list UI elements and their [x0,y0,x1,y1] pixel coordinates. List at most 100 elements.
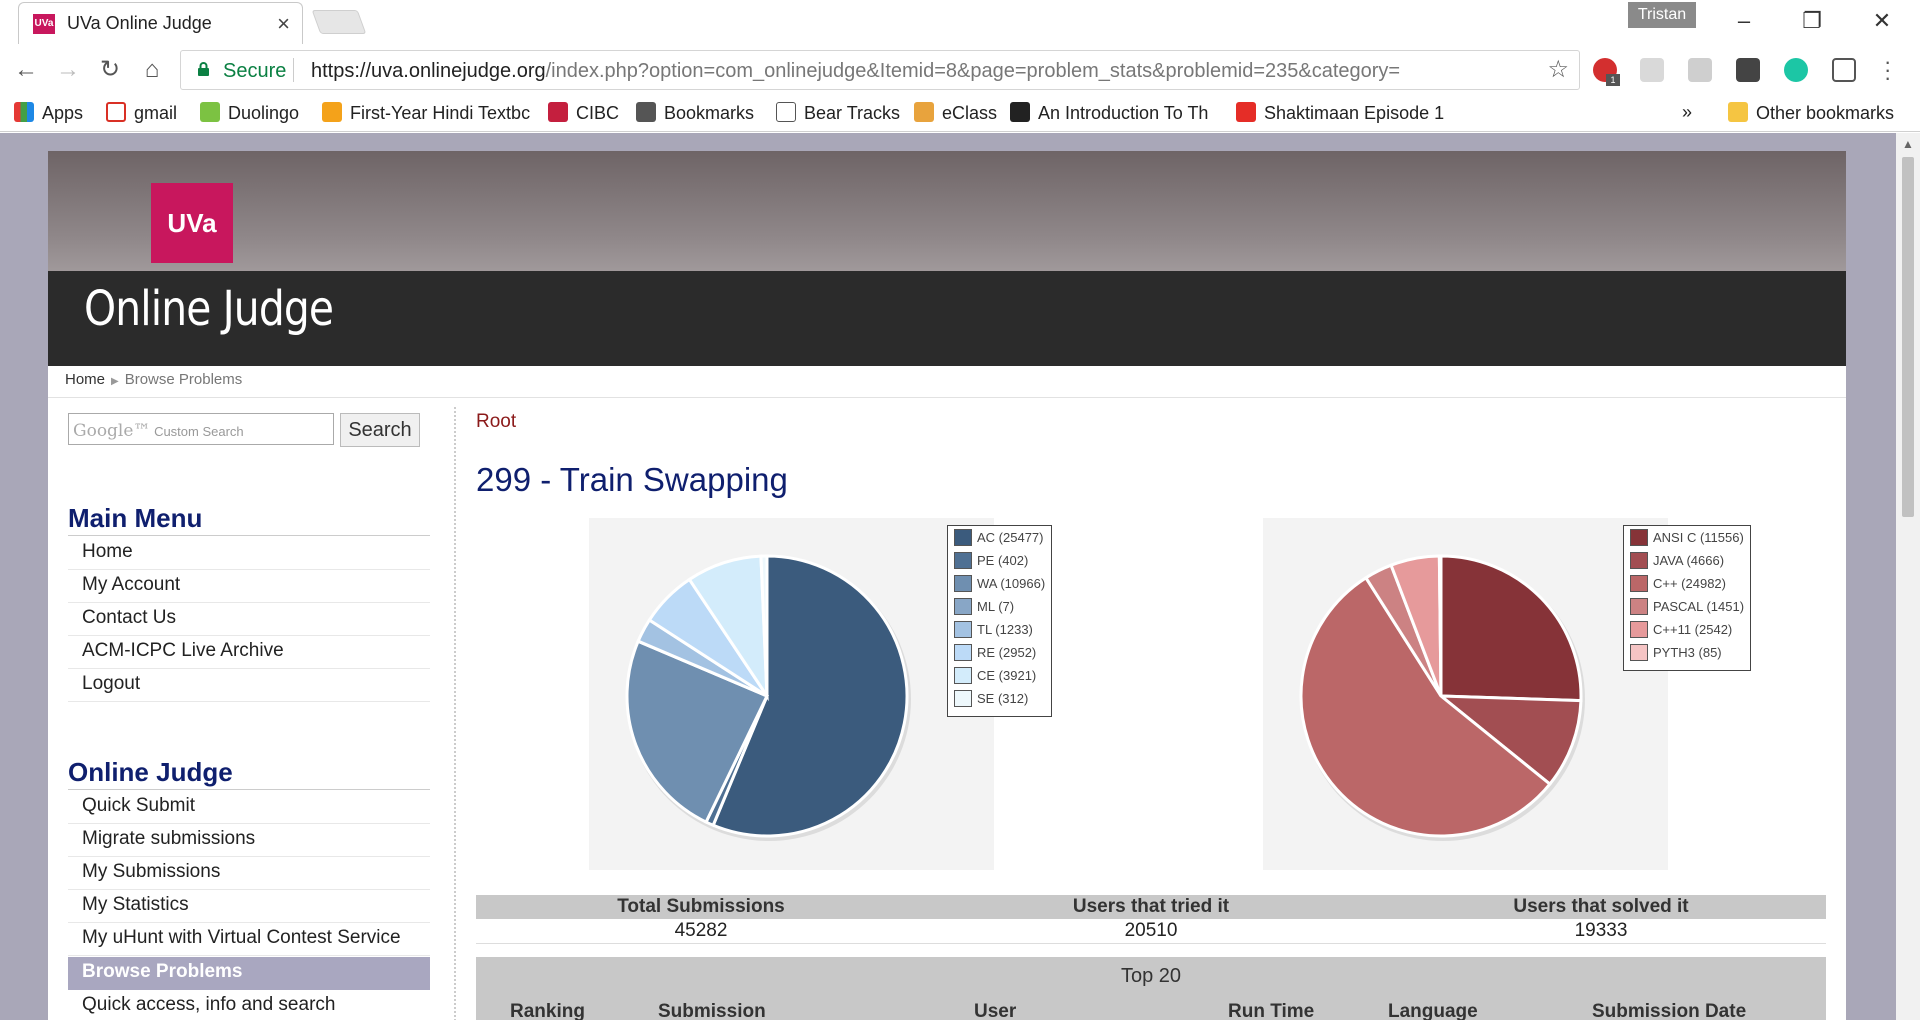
menu-item-my-statistics[interactable]: My Statistics [68,890,430,923]
menu-item-logout[interactable]: Logout [68,669,430,702]
bookmark-duolingo[interactable]: Duolingo [200,102,299,126]
root-link[interactable]: Root [476,411,516,433]
legend-item: ANSI C (11556) [1630,529,1744,552]
page-viewport: UVa Online Judge Home ▶ Browse Problems Go… [0,133,1896,1020]
bookmark-shaktimaan[interactable]: Shaktimaan Episode 1 [1236,102,1444,126]
menu-item-quick-submit[interactable]: Quick Submit [68,791,430,824]
site-title: Online Judge [84,281,334,337]
page-container: UVa Online Judge Home ▶ Browse Problems Go… [48,151,1846,1020]
tab-title: UVa Online Judge [67,13,212,33]
legend-label: ANSI C (11556) [1653,530,1744,545]
close-window-icon[interactable]: ✕ [1854,4,1910,38]
bookmark-bookmarks[interactable]: Bookmarks [636,102,754,126]
legend-swatch [954,529,972,546]
url-text[interactable]: https://uva.onlinejudge.org/index.php?op… [311,60,1400,83]
legend-label: SE (312) [977,691,1029,706]
top20-col-language[interactable]: Language [1388,1001,1478,1020]
menu-item-my-submissions[interactable]: My Submissions [68,857,430,890]
breadcrumb-divider [48,397,1846,398]
top20-col-ranking[interactable]: Ranking [510,1001,585,1020]
legend-swatch [1630,552,1648,569]
mercury-extension-icon[interactable] [1784,58,1808,82]
scroll-up-icon[interactable]: ▲ [1902,137,1914,151]
legend-item: C++ (24982) [1630,575,1744,598]
uva-logo[interactable]: UVa [151,183,233,263]
stats-header-solved: Users that solved it [1513,896,1689,917]
scroll-thumb[interactable] [1902,157,1914,517]
extension-icon[interactable] [1640,58,1664,82]
menu-item-live-archive[interactable]: ACM-ICPC Live Archive [68,636,430,669]
search-input[interactable]: Google™ Custom Search [68,413,334,445]
menu-item-uhunt[interactable]: My uHunt with Virtual Contest Service [68,923,430,956]
extension-badge: 1 [1606,74,1620,86]
top20-col-submission[interactable]: Submission [658,1001,766,1020]
language-pie [1299,554,1585,841]
menu-item-migrate[interactable]: Migrate submissions [68,824,430,857]
eclass-icon [914,102,934,122]
main-menu-title: Main Menu [68,503,203,533]
bookmarks-overflow-icon[interactable]: » [1682,102,1692,126]
forward-icon[interactable]: → [52,54,84,86]
top20-title: Top 20 [1120,965,1182,987]
menu-item-home[interactable]: Home [68,537,430,570]
legend-swatch [1630,598,1648,615]
legend-swatch [954,552,972,569]
tab-close-icon[interactable]: × [277,11,290,37]
keep-extension-icon[interactable] [1736,58,1760,82]
browser-menu-icon[interactable]: · · · [1884,51,1891,89]
stats-tried-value: 20510 [1124,920,1178,941]
bookmark-sql-intro[interactable]: An Introduction To Th [1010,102,1208,126]
back-icon[interactable]: ← [10,54,42,86]
browser-tab[interactable]: UVa UVa Online Judge × [18,2,303,44]
page-scrollbar[interactable]: ▲ [1896,133,1920,1020]
legend-label: RE (2952) [977,645,1037,660]
sql-icon [1010,102,1030,122]
menu-item-my-account[interactable]: My Account [68,570,430,603]
bookmark-cibc[interactable]: CIBC [548,102,619,126]
restore-icon[interactable]: ❐ [1784,4,1840,38]
search-placeholder: Custom Search [154,424,244,439]
verdict-pie [625,554,911,841]
folder-icon [1728,102,1748,122]
problem-title: 299 - Train Swapping [476,461,788,498]
bookmark-bear-tracks[interactable]: Bear Tracks [776,102,900,126]
home-icon[interactable]: ⌂ [136,54,168,86]
menu-item-contact-us[interactable]: Contact Us [68,603,430,636]
pdf-extension-icon[interactable] [1688,58,1712,82]
breadcrumb-arrow-icon: ▶ [111,376,119,387]
other-bookmarks[interactable]: Other bookmarks [1728,102,1894,126]
star-icon [636,102,656,122]
top20-table: Top 20 Ranking Submission User Run Time … [476,957,1826,1020]
minimize-icon[interactable]: – [1716,4,1772,38]
top20-col-user[interactable]: User [974,1001,1016,1020]
bookmark-gmail[interactable]: gmail [106,102,177,126]
menu-item-browse-problems[interactable]: Browse Problems [68,957,430,990]
omnibox-separator [293,58,294,82]
breadcrumb-home[interactable]: Home [65,371,105,388]
top20-col-runtime[interactable]: Run Time [1228,1001,1314,1020]
bookmark-star-icon[interactable]: ☆ [1547,55,1569,84]
cast-icon[interactable] [1832,58,1856,82]
legend-swatch [954,575,972,592]
bookmark-apps[interactable]: Apps [14,102,83,126]
legend-item: SE (312) [954,690,1045,713]
tab-favicon-icon: UVa [33,14,55,34]
legend-label: ML (7) [977,599,1015,614]
legend-item: RE (2952) [954,644,1045,667]
apps-grid-icon [14,102,34,122]
legend-label: TL (1233) [977,622,1033,637]
legend-item: WA (10966) [954,575,1045,598]
address-bar[interactable]: Secure https://uva.onlinejudge.org/index… [180,50,1580,90]
profile-badge[interactable]: Tristan [1628,2,1696,28]
top20-col-date[interactable]: Submission Date [1592,1001,1746,1020]
cibc-icon [548,102,568,122]
menu-item-quick-access[interactable]: Quick access, info and search [68,990,430,1020]
search-button[interactable]: Search [340,413,420,447]
bookmark-hindi-textbook[interactable]: First-Year Hindi Textbc [322,102,530,126]
google-brand: Google™ [73,421,151,441]
legend-item: JAVA (4666) [1630,552,1744,575]
new-tab-button[interactable] [311,10,367,34]
reload-icon[interactable]: ↻ [94,54,126,86]
bookmark-eclass[interactable]: eClass [914,102,997,126]
pie-slice-ansi-c [1439,554,1583,703]
